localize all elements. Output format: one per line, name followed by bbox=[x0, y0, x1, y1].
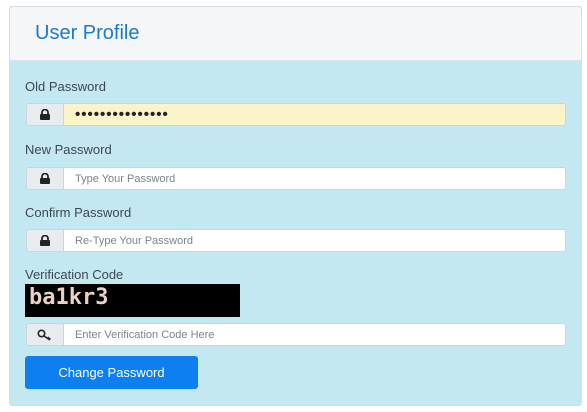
confirm-password-input[interactable] bbox=[63, 229, 566, 252]
old-password-input[interactable] bbox=[63, 103, 566, 126]
confirm-password-label: Confirm Password bbox=[25, 205, 132, 220]
verification-code-label: Verification Code bbox=[25, 267, 124, 282]
new-password-input[interactable] bbox=[63, 167, 566, 190]
lock-icon bbox=[26, 103, 63, 126]
old-password-group bbox=[26, 103, 566, 126]
confirm-password-group bbox=[26, 229, 566, 252]
captcha-image: ba1kr3 bbox=[25, 284, 240, 317]
panel-title: User Profile bbox=[35, 22, 140, 44]
new-password-group bbox=[26, 167, 566, 190]
change-password-button[interactable]: Change Password bbox=[25, 356, 198, 389]
lock-icon bbox=[26, 229, 63, 252]
verification-code-input[interactable] bbox=[63, 323, 566, 346]
panel-header: User Profile bbox=[10, 7, 581, 61]
key-icon bbox=[26, 323, 63, 346]
new-password-label: New Password bbox=[25, 142, 112, 157]
lock-icon bbox=[26, 167, 63, 190]
verification-code-group bbox=[26, 323, 566, 346]
captcha-text: ba1kr3 bbox=[29, 285, 109, 310]
old-password-label: Old Password bbox=[25, 79, 106, 94]
